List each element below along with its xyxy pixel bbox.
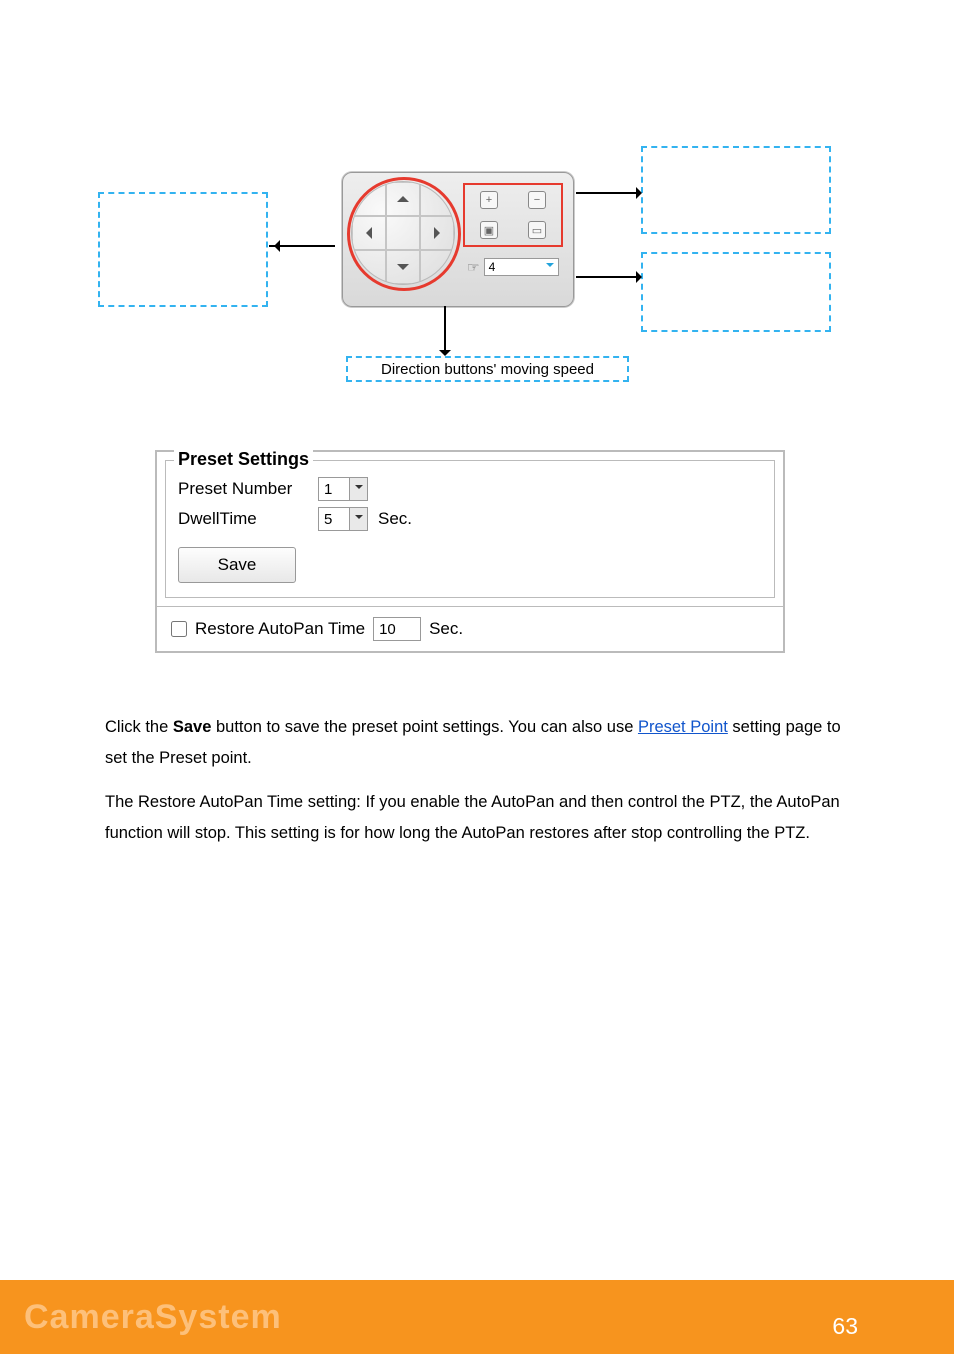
arrowhead-left-icon <box>268 240 280 252</box>
save-text: Save <box>173 718 212 736</box>
dwell-time-select[interactable]: 5 <box>318 507 368 531</box>
direction-pad <box>351 181 455 285</box>
dwell-time-row: DwellTime 5 Sec. <box>178 507 762 531</box>
zoom-in-icon: + <box>480 191 498 209</box>
arrowhead-br-icon <box>636 271 648 283</box>
dir-down-button[interactable] <box>386 250 420 284</box>
speed-icon: ☞ <box>467 259 480 276</box>
focus-far-icon: ▭ <box>528 221 546 239</box>
page-footer: CameraSystem 63 <box>0 1280 954 1354</box>
restore-autopan-unit: Sec. <box>429 619 463 639</box>
callout-speed-dropdown <box>641 252 831 332</box>
chevron-down-icon <box>355 515 363 523</box>
dpad-wrap <box>351 181 457 287</box>
preset-number-label: Preset Number <box>178 479 308 499</box>
callout-zoom-focus <box>641 146 831 234</box>
zoom-out-button[interactable]: − <box>513 185 561 215</box>
preset-point-link[interactable]: Preset Point <box>638 718 728 736</box>
speed-value: 4 <box>489 260 496 274</box>
dir-center-button[interactable] <box>386 216 420 250</box>
ptz-control-panel: + − ▣ ▭ ☞ 4 <box>342 172 574 307</box>
dir-right-button[interactable] <box>420 216 454 250</box>
focus-near-icon: ▣ <box>480 221 498 239</box>
body-text: Click the Save button to save the preset… <box>105 712 845 861</box>
arrow-up-icon <box>397 196 409 202</box>
arrowhead-tr-icon <box>636 187 648 199</box>
paragraph-1: Click the Save button to save the preset… <box>105 712 845 775</box>
speed-select[interactable]: 4 <box>484 258 559 276</box>
arrow-left-icon <box>366 227 372 239</box>
chevron-down-icon <box>355 485 363 493</box>
preset-number-value: 1 <box>324 481 332 498</box>
zoom-focus-button-group: + − ▣ ▭ <box>463 183 563 247</box>
zoom-out-icon: − <box>528 191 546 209</box>
save-button[interactable]: Save <box>178 547 296 583</box>
page-number: 63 <box>832 1313 858 1340</box>
callout-direction-speed-text: Direction buttons' moving speed <box>379 361 596 378</box>
preset-number-select[interactable]: 1 <box>318 477 368 501</box>
preset-settings-title: Preset Settings <box>174 449 313 470</box>
dir-up-button[interactable] <box>386 182 420 216</box>
preset-settings-fieldset: Preset Settings Preset Number 1 DwellTim… <box>165 460 775 598</box>
dir-up-left-button[interactable] <box>352 182 386 216</box>
zoom-in-button[interactable]: + <box>465 185 513 215</box>
dir-left-button[interactable] <box>352 216 386 250</box>
restore-autopan-label: Restore AutoPan Time <box>195 619 365 639</box>
focus-near-button[interactable]: ▣ <box>465 215 513 245</box>
side-button-area: + − ▣ ▭ ☞ 4 <box>463 183 563 283</box>
arrow-line-br <box>576 276 640 278</box>
dwell-time-value: 5 <box>324 511 332 528</box>
restore-autopan-row: Restore AutoPan Time Sec. <box>157 606 783 651</box>
restore-autopan-checkbox[interactable] <box>171 621 187 637</box>
ptz-direction-diagram: Direction buttons' moving speed + − ▣ <box>98 146 831 391</box>
callout-direction-speed: Direction buttons' moving speed <box>346 356 629 382</box>
arrowhead-bottom-icon <box>439 350 451 362</box>
focus-far-button[interactable]: ▭ <box>513 215 561 245</box>
preset-number-row: Preset Number 1 <box>178 477 762 501</box>
arrow-line-tr <box>576 192 640 194</box>
arrow-right-icon <box>434 227 440 239</box>
dwell-time-unit: Sec. <box>378 509 412 529</box>
chevron-down-icon <box>546 263 554 271</box>
footer-watermark: CameraSystem <box>24 1298 282 1337</box>
callout-direction-buttons <box>98 192 268 307</box>
restore-autopan-input[interactable] <box>373 617 421 641</box>
arrow-line-bottom <box>444 306 446 354</box>
paragraph-2: The Restore AutoPan Time setting: If you… <box>105 787 845 850</box>
speed-row: ☞ 4 <box>463 255 563 279</box>
dwell-time-label: DwellTime <box>178 509 308 529</box>
arrow-down-icon <box>397 264 409 270</box>
preset-settings-panel: Preset Settings Preset Number 1 DwellTim… <box>155 450 785 653</box>
